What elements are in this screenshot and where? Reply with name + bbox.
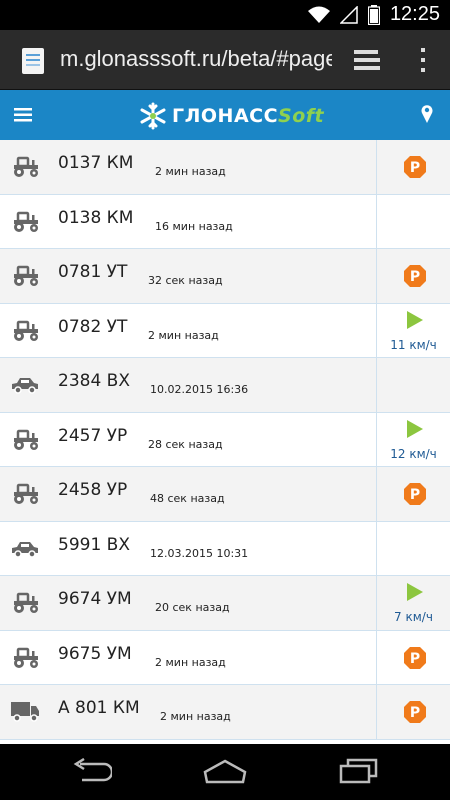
wifi-icon [307, 6, 330, 23]
brand-logo[interactable]: ГЛОНАССSoft [138, 101, 324, 131]
vehicle-row[interactable]: 0782 УТ 2 мин назад 11 км/ч [0, 303, 450, 358]
vehicle-row[interactable]: 5991 ВХ 12.03.2015 10:31 [0, 521, 450, 576]
back-icon[interactable] [72, 758, 112, 784]
tractor-icon [10, 263, 40, 287]
battery-icon [367, 4, 380, 25]
last-update-time: 32 сек назад [148, 274, 223, 287]
last-update-time: 12.03.2015 10:31 [150, 546, 249, 560]
vehicle-plate: 2457 УР [58, 425, 128, 446]
vehicle-row[interactable]: 0781 УТ 32 сек назад Р [0, 249, 450, 304]
status-cell: Р [377, 467, 450, 521]
app-header: ГЛОНАССSoft [0, 90, 450, 140]
parking-status-icon: Р [404, 646, 426, 669]
vehicle-plate: 9675 УМ [58, 643, 132, 664]
vehicle-plate: А 801 КМ [58, 698, 140, 718]
signal-icon [339, 5, 358, 24]
last-update-time: 2 мин назад [155, 165, 226, 178]
vehicle-row[interactable]: 0138 КМ 16 мин назад [0, 194, 450, 249]
svg-text:Р: Р [410, 705, 420, 721]
vehicle-row[interactable]: 9674 УМ 20 сек назад 7 км/ч [0, 576, 450, 631]
overflow-menu-icon[interactable] [418, 46, 428, 74]
vehicle-plate: 5991 ВХ [58, 534, 130, 555]
vehicle-speed: 7 км/ч [394, 610, 433, 624]
tractor-icon [10, 154, 40, 178]
parking-status-icon: Р [404, 265, 426, 287]
tractor-icon [10, 645, 40, 669]
vehicle-plate: 2384 ВХ [58, 371, 130, 391]
truck-icon [10, 699, 40, 723]
last-update-time: 16 мин назад [155, 219, 233, 233]
system-nav-bar [0, 744, 450, 800]
status-cell: Р [377, 631, 450, 685]
vehicle-plate: 9674 УМ [58, 589, 132, 609]
snowflake-logo-icon [140, 102, 166, 130]
vehicle-plate: 0781 УТ [58, 262, 128, 282]
status-cell: Р [377, 249, 450, 303]
logo-accent: Soft [278, 105, 325, 127]
parking-status-icon: Р [404, 483, 426, 505]
vehicle-list: 0137 КМ 2 мин назад Р 0138 КМ 16 мин назад 07… [0, 140, 450, 744]
page-icon [22, 48, 44, 74]
logo-main: ГЛОНАСС [172, 105, 279, 127]
vehicle-plate: 0138 КМ [58, 207, 134, 228]
tractor-icon [10, 209, 40, 233]
vehicle-row[interactable]: А 801 КМ 2 мин назад Р [0, 685, 450, 740]
vehicle-row[interactable]: 9675 УМ 2 мин назад Р [0, 630, 450, 685]
vehicle-row[interactable]: 2458 УР 48 сек назад Р [0, 467, 450, 522]
last-update-time: 2 мин назад [155, 655, 226, 669]
vehicle-plate: 2458 УР [58, 480, 128, 500]
map-pin-icon[interactable] [420, 104, 434, 124]
status-cell: 12 км/ч [377, 413, 450, 467]
last-update-time: 10.02.2015 16:36 [150, 383, 249, 396]
status-cell: 11 км/ч [377, 304, 450, 358]
last-update-time: 28 сек назад [148, 437, 223, 451]
parking-status-icon: Р [404, 701, 426, 723]
clock: 12:25 [389, 3, 440, 25]
last-update-time: 20 сек назад [155, 601, 230, 614]
vehicle-row[interactable]: 2457 УР 28 сек назад 12 км/ч [0, 412, 450, 467]
status-bar: 12:25 [0, 0, 450, 30]
recent-apps-icon[interactable] [338, 758, 378, 784]
tractor-icon [10, 481, 40, 505]
svg-text:Р: Р [410, 651, 420, 667]
status-cell: Р [377, 140, 450, 194]
tractor-icon [10, 318, 40, 342]
status-cell [377, 358, 450, 412]
browser-toolbar: m.glonasssoft.ru/beta/#page [0, 30, 450, 90]
status-cell [377, 195, 450, 249]
moving-status-icon [407, 419, 423, 438]
tractor-icon [10, 427, 40, 451]
last-update-time: 2 мин назад [160, 710, 231, 723]
car-icon [10, 536, 40, 560]
vehicle-speed: 11 км/ч [390, 337, 437, 352]
moving-status-icon [407, 583, 423, 601]
logo-text: ГЛОНАССSoft [172, 105, 324, 127]
moving-status-icon [407, 310, 423, 329]
vehicle-row[interactable]: 2384 ВХ 10.02.2015 16:36 [0, 358, 450, 413]
status-cell: Р [377, 685, 450, 739]
address-bar[interactable]: m.glonasssoft.ru/beta/#page [60, 46, 332, 76]
svg-text:Р: Р [410, 269, 420, 285]
vehicle-plate: 0137 КМ [58, 153, 134, 173]
parking-status-icon: Р [404, 156, 426, 178]
car-icon [10, 372, 40, 396]
svg-text:Р: Р [410, 487, 420, 503]
vehicle-plate: 0782 УТ [58, 316, 128, 337]
vehicle-row[interactable]: 0137 КМ 2 мин назад Р [0, 140, 450, 195]
status-cell: 7 км/ч [377, 576, 450, 630]
last-update-time: 2 мин назад [148, 328, 219, 342]
tabs-icon[interactable] [352, 48, 382, 72]
vehicle-speed: 12 км/ч [390, 446, 437, 461]
hamburger-menu-icon[interactable] [14, 107, 32, 123]
last-update-time: 48 сек назад [150, 492, 225, 505]
tractor-icon [10, 590, 40, 614]
status-cell [377, 522, 450, 576]
home-icon[interactable] [203, 758, 247, 784]
svg-text:Р: Р [410, 160, 420, 176]
